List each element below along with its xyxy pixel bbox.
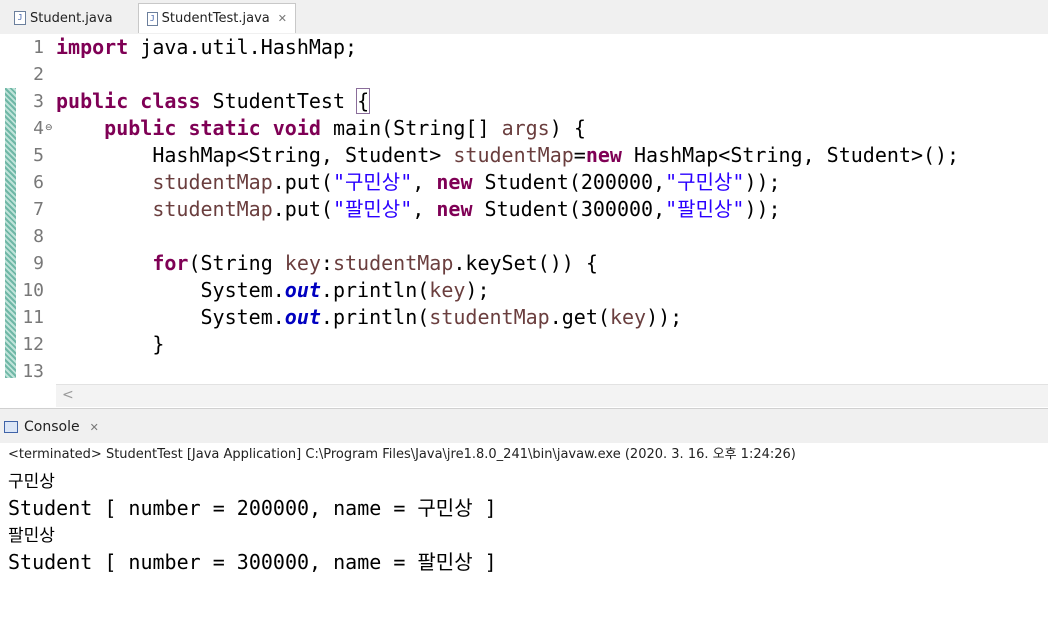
editor-tab-bar: J Student.java J StudentTest.java ✕ <box>0 0 1048 35</box>
console-output-line: 구민상 <box>8 472 55 492</box>
java-file-icon: J <box>147 11 158 26</box>
tab-studenttest-java[interactable]: J StudentTest.java ✕ <box>138 3 296 33</box>
line-number: 7 <box>33 199 44 220</box>
code-line-4: public static void main(String[] args) { <box>104 116 586 140</box>
console-output-line: Student [ number = 200000, name = 구민상 ] <box>8 496 497 520</box>
tab-label: Student.java <box>30 10 113 26</box>
tab-console[interactable]: Console ✕ <box>4 415 99 439</box>
code-line-7: studentMap.put("팔민상", new Student(300000… <box>152 197 781 221</box>
tab-student-java[interactable]: J Student.java <box>6 3 132 33</box>
line-number: 5 <box>33 145 44 166</box>
code-editor[interactable]: 1 2 3 4 ⊖ 5 6 7 8 9 10 11 12 13 import j… <box>0 34 1048 407</box>
code-line-11: System.out.println(studentMap.get(key)); <box>200 305 683 329</box>
code-line-10: System.out.println(key); <box>200 278 490 302</box>
java-file-icon: J <box>14 11 26 25</box>
console-output-line: 팔민상 <box>8 526 55 546</box>
line-number: 8 <box>33 226 44 247</box>
code-line-3: public class StudentTest { <box>56 88 371 114</box>
close-icon[interactable]: ✕ <box>90 421 99 434</box>
change-ruler <box>5 88 16 378</box>
close-icon[interactable]: ✕ <box>278 12 287 25</box>
line-number: 9 <box>33 253 44 274</box>
console-tab-bar: Console ✕ <box>0 408 1048 443</box>
fold-collapse-icon[interactable]: ⊖ <box>45 123 53 133</box>
code-line-5: HashMap<String, Student> studentMap=new … <box>152 143 960 167</box>
line-number: 3 <box>33 91 44 112</box>
console-status: <terminated> StudentTest [Java Applicati… <box>8 447 796 462</box>
console-output-line: Student [ number = 300000, name = 팔민상 ] <box>8 550 497 574</box>
code-line-9: for(String key:studentMap.keySet()) { <box>152 251 598 275</box>
code-line-12: } <box>152 332 165 356</box>
line-number: 1 <box>33 37 44 58</box>
line-number: 13 <box>22 361 44 382</box>
line-number: 11 <box>22 307 44 328</box>
line-number: 2 <box>33 64 44 85</box>
line-number: 12 <box>22 334 44 355</box>
horizontal-scrollbar[interactable]: < <box>56 384 1048 407</box>
scroll-left-arrow-icon[interactable]: < <box>62 387 74 403</box>
code-line-6: studentMap.put("구민상", new Student(200000… <box>152 170 781 194</box>
matching-brace: { <box>356 88 371 114</box>
line-number: 10 <box>22 280 44 301</box>
code-line-1: import java.util.HashMap; <box>56 35 358 59</box>
tab-label: StudentTest.java <box>161 11 270 26</box>
line-number: 6 <box>33 172 44 193</box>
console-tab-label: Console <box>24 419 80 435</box>
line-number: 4 <box>33 118 44 139</box>
console-icon <box>4 421 18 433</box>
